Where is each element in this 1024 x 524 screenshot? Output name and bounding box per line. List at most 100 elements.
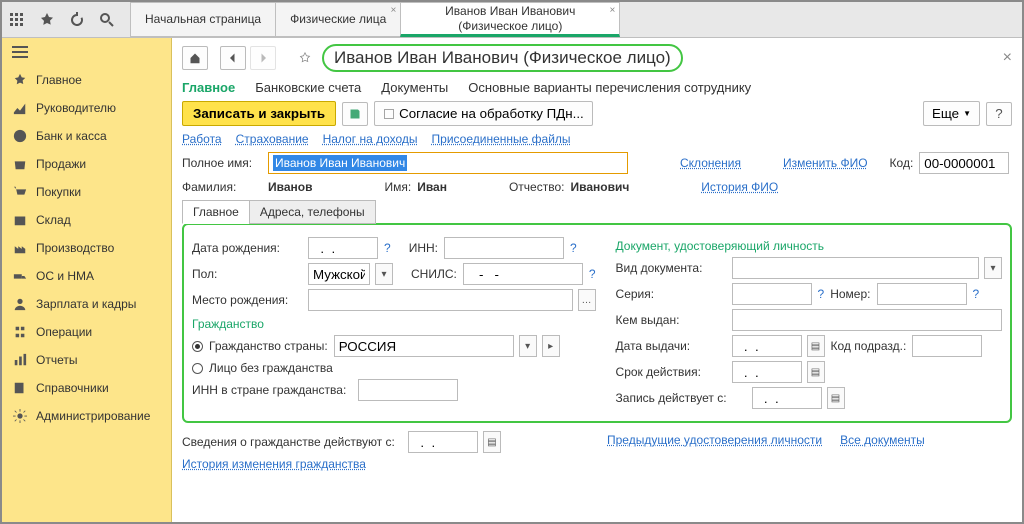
- dept-code-input[interactable]: [912, 335, 982, 357]
- issued-by-label: Кем выдан:: [616, 313, 726, 327]
- birthplace-label: Место рождения:: [192, 293, 302, 307]
- dob-label: Дата рождения:: [192, 241, 302, 255]
- calendar-icon[interactable]: ▤: [483, 431, 501, 453]
- sidebar-item-reports[interactable]: Отчеты: [2, 346, 171, 374]
- star-icon[interactable]: [32, 2, 62, 37]
- country-open-icon[interactable]: ▸: [542, 335, 560, 357]
- subtab-addresses[interactable]: Адреса, телефоны: [249, 200, 376, 224]
- sidebar-item-assets[interactable]: ОС и НМА: [2, 262, 171, 290]
- doc-type-input[interactable]: [732, 257, 979, 279]
- citizenship-country-radio[interactable]: Гражданство страны: ▾▸: [192, 335, 596, 357]
- box-icon: [12, 212, 28, 228]
- link-files[interactable]: Присоединенные файлы: [432, 132, 571, 146]
- issue-date-input[interactable]: [732, 335, 802, 357]
- code-input[interactable]: [919, 152, 1009, 174]
- citizenship-title: Гражданство: [192, 317, 596, 331]
- sidebar-item-operations[interactable]: Операции: [2, 318, 171, 346]
- sidebar-toggle-button[interactable]: [2, 38, 171, 66]
- calendar-icon[interactable]: ▤: [827, 387, 845, 409]
- valid-until-input[interactable]: [732, 361, 802, 383]
- factory-icon: [12, 240, 28, 256]
- number-help-icon[interactable]: ?: [973, 287, 980, 301]
- history-fio-link[interactable]: История ФИО: [701, 180, 778, 194]
- history-icon[interactable]: [62, 2, 92, 37]
- forward-button[interactable]: [250, 46, 276, 70]
- sidebar-item-main[interactable]: Главное: [2, 66, 171, 94]
- declensions-link[interactable]: Склонения: [680, 156, 741, 170]
- series-help-icon[interactable]: ?: [818, 287, 825, 301]
- apps-grid-icon[interactable]: [2, 2, 32, 37]
- stateless-radio[interactable]: Лицо без гражданства: [192, 361, 596, 375]
- close-icon[interactable]: ×: [390, 5, 396, 17]
- close-page-button[interactable]: ×: [1003, 49, 1012, 67]
- fullname-input[interactable]: Иванов Иван Иванович: [268, 152, 628, 174]
- series-label: Серия:: [616, 287, 726, 301]
- window-tabs: Начальная страница Физические лица× Иван…: [130, 2, 619, 37]
- nav-sidebar: Главное Руководителю Банк и касса Продаж…: [2, 38, 172, 522]
- sidebar-item-manager[interactable]: Руководителю: [2, 94, 171, 122]
- sidebar-item-warehouse[interactable]: Склад: [2, 206, 171, 234]
- tab-home[interactable]: Начальная страница: [130, 2, 276, 37]
- close-icon[interactable]: ×: [609, 5, 615, 17]
- citizenship-history-link[interactable]: История изменения гражданства: [182, 457, 587, 471]
- gear-icon: [12, 408, 28, 424]
- sidebar-item-hr[interactable]: Зарплата и кадры: [2, 290, 171, 318]
- birthplace-more-icon[interactable]: …: [578, 289, 596, 311]
- series-input[interactable]: [732, 283, 812, 305]
- calendar-icon[interactable]: ▤: [807, 335, 825, 357]
- help-button[interactable]: ?: [986, 102, 1012, 126]
- save-close-button[interactable]: Записать и закрыть: [182, 101, 336, 126]
- calendar-icon[interactable]: ▤: [807, 361, 825, 383]
- bar-chart-icon: [12, 352, 28, 368]
- issued-by-input[interactable]: [732, 309, 1002, 331]
- inn-label: ИНН:: [409, 241, 438, 255]
- citizenship-country-input[interactable]: [334, 335, 514, 357]
- number-input[interactable]: [877, 283, 967, 305]
- section-tab-docs[interactable]: Документы: [381, 80, 448, 95]
- snils-help-icon[interactable]: ?: [589, 267, 596, 281]
- truck-icon: [12, 268, 28, 284]
- sidebar-item-admin[interactable]: Администрирование: [2, 402, 171, 430]
- foreign-inn-input[interactable]: [358, 379, 458, 401]
- sidebar-item-sales[interactable]: Продажи: [2, 150, 171, 178]
- more-button[interactable]: Еще ▼: [923, 101, 980, 126]
- inn-input[interactable]: [444, 237, 564, 259]
- doc-type-label: Вид документа:: [616, 261, 726, 275]
- doc-type-dropdown-icon[interactable]: ▾: [984, 257, 1002, 279]
- tab-persons[interactable]: Физические лица×: [275, 2, 401, 37]
- record-from-input[interactable]: [752, 387, 822, 409]
- inn-help-icon[interactable]: ?: [570, 241, 577, 255]
- section-tab-bank[interactable]: Банковские счета: [255, 80, 361, 95]
- sidebar-item-bank[interactable]: Банк и касса: [2, 122, 171, 150]
- favorite-star-icon[interactable]: [292, 46, 318, 70]
- birthplace-input[interactable]: [308, 289, 573, 311]
- dob-input[interactable]: [308, 237, 378, 259]
- subtab-main[interactable]: Главное: [182, 200, 250, 224]
- home-button[interactable]: [182, 46, 208, 70]
- tab-person-card[interactable]: Иванов Иван Иванович (Физическое лицо)×: [400, 2, 620, 37]
- section-tab-payment[interactable]: Основные варианты перечисления сотрудник…: [468, 80, 751, 95]
- sidebar-item-production[interactable]: Производство: [2, 234, 171, 262]
- link-work[interactable]: Работа: [182, 132, 222, 146]
- gender-select[interactable]: [308, 263, 370, 285]
- section-tab-main[interactable]: Главное: [182, 80, 235, 95]
- gender-dropdown-icon[interactable]: ▾: [375, 263, 393, 285]
- content-area: Иванов Иван Иванович (Физическое лицо) ×…: [172, 38, 1022, 522]
- patronymic-value: Иванович: [570, 180, 629, 194]
- snils-input[interactable]: [463, 263, 583, 285]
- country-dropdown-icon[interactable]: ▾: [519, 335, 537, 357]
- prev-docs-link[interactable]: Предыдущие удостоверения личности: [607, 433, 822, 447]
- search-icon[interactable]: [92, 2, 122, 37]
- change-fio-link[interactable]: Изменить ФИО: [783, 156, 868, 170]
- sidebar-item-refs[interactable]: Справочники: [2, 374, 171, 402]
- ops-icon: [12, 324, 28, 340]
- dob-help-icon[interactable]: ?: [384, 241, 391, 255]
- back-button[interactable]: [220, 46, 246, 70]
- all-docs-link[interactable]: Все документы: [840, 433, 925, 447]
- sidebar-item-purchases[interactable]: Покупки: [2, 178, 171, 206]
- link-tax[interactable]: Налог на доходы: [323, 132, 418, 146]
- citizenship-info-from-input[interactable]: [408, 431, 478, 453]
- save-button[interactable]: [342, 102, 368, 126]
- consent-button[interactable]: Согласие на обработку ПДн...: [374, 101, 593, 126]
- link-insurance[interactable]: Страхование: [236, 132, 309, 146]
